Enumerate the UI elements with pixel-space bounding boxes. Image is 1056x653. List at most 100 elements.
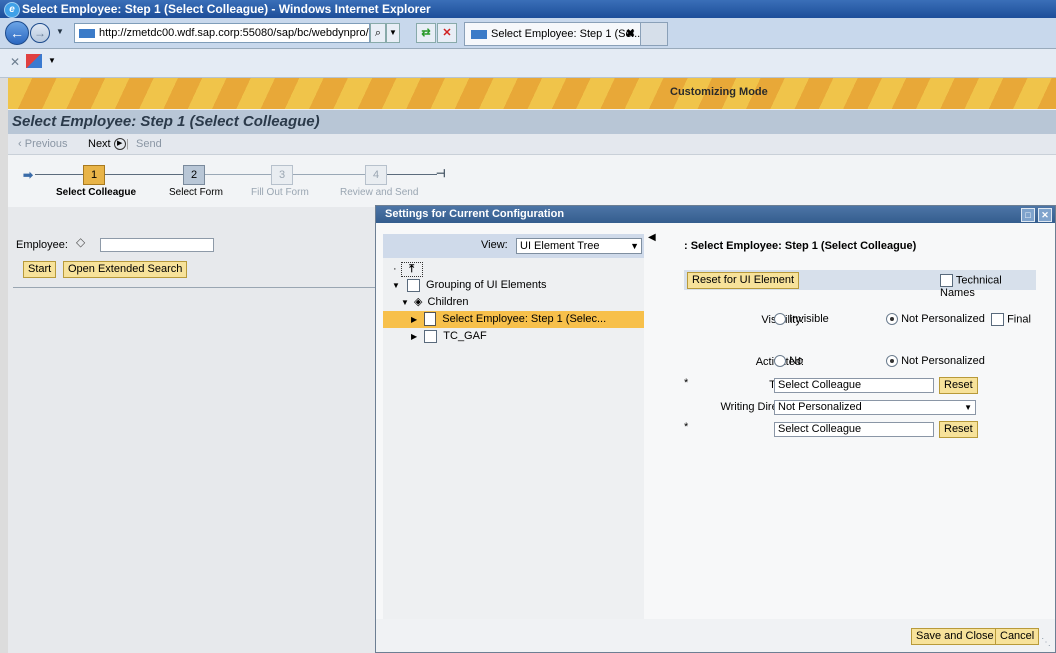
writing-direction-select[interactable]: Not Personalized ▼ — [774, 400, 976, 415]
chevron-down-icon: ▼ — [630, 241, 639, 251]
close-dialog-icon[interactable]: ✕ — [1038, 208, 1052, 222]
chevron-down-icon: ▼ — [964, 403, 972, 412]
new-tab-button[interactable] — [640, 22, 668, 46]
tree-pane: View: UI Element Tree ▼ · ⤒ ▼ Grouping of… — [383, 234, 644, 626]
title-reset-button[interactable]: Reset — [939, 421, 978, 438]
tree-label-select-employee: Select Employee: Step 1 (Selec... — [442, 313, 607, 325]
technical-names-checkbox[interactable]: Technical Names — [940, 274, 1036, 299]
roadmap-step-4[interactable]: 4 — [365, 165, 387, 185]
start-button[interactable]: Start — [23, 261, 57, 278]
close-tab-icon[interactable]: ✖ — [626, 23, 635, 45]
internet-explorer-icon: e — [4, 2, 20, 18]
employee-label: Employee: — [16, 239, 68, 251]
reset-ui-element-button[interactable]: Reset for UI Element — [687, 272, 800, 289]
address-toolbar: ← → ▼ http://zmetdc00.wdf.sap.corp:55080… — [0, 18, 1056, 49]
reset-toolbar: Reset for UI Element Technical Names — [684, 270, 1036, 299]
navigation-row: ‹ Previous Next ▶ | Send — [8, 134, 1056, 155]
recent-pages-dropdown-icon[interactable]: ▼ — [56, 27, 64, 36]
tree-node-select-employee[interactable]: ▶ Select Employee: Step 1 (Selec... — [383, 311, 644, 328]
close-x-icon[interactable]: ✕ — [10, 55, 20, 69]
maximize-icon[interactable]: □ — [1021, 208, 1035, 222]
dialog-footer: Save and Close Cancel ⋱ — [376, 619, 1055, 652]
roadmap-step-2[interactable]: 2 — [183, 165, 205, 185]
view-bar: View: UI Element Tree ▼ — [383, 234, 644, 258]
customizing-mode-banner: Customizing Mode — [8, 78, 1056, 109]
address-dropdown-icon[interactable]: ▼ — [386, 23, 400, 43]
divider — [13, 287, 376, 288]
expand-right-icon[interactable]: ▶ — [411, 332, 417, 341]
properties-pane: : Select Employee: Step 1 (Select Collea… — [646, 226, 1051, 626]
no-radio[interactable]: No — [774, 355, 803, 368]
resize-grip-icon[interactable]: ⋱ — [1041, 637, 1051, 648]
previous-button[interactable]: ‹ Previous — [18, 134, 68, 154]
back-icon[interactable]: ← — [5, 21, 29, 45]
roadmap-label-1: Select Colleague — [56, 187, 137, 198]
tree-label-children: Children — [427, 296, 469, 308]
tooltip-required-marker: * — [684, 377, 689, 389]
favorites-dropdown-icon[interactable]: ▼ — [48, 56, 56, 65]
dialog-title: Settings for Current Configuration — [385, 208, 565, 220]
roadmap: ➡ 1 2 3 4 ⊣ Select Colleague Select Form… — [8, 155, 1056, 207]
expand-down-icon[interactable]: ▼ — [392, 281, 400, 290]
tree-node-children[interactable]: ▼ ◈ Children — [383, 294, 644, 311]
url-text: http://zmetdc00.wdf.sap.corp:55080/sap/b… — [99, 27, 369, 39]
roadmap-label-3: Fill Out Form — [251, 187, 309, 198]
send-button[interactable]: Send — [136, 134, 162, 154]
final-checkbox[interactable]: Final — [991, 313, 1031, 326]
view-select-value: UI Element Tree — [520, 240, 600, 252]
page-title-bar: Select Employee: Step 1 (Select Colleagu… — [8, 110, 1056, 135]
activated-not-personalized-radio[interactable]: Not Personalized — [886, 355, 985, 368]
title-required-marker: * — [684, 421, 689, 433]
tooltip-reset-button[interactable]: Reset — [939, 377, 978, 394]
window-title: Select Employee: Step 1 (Select Colleagu… — [22, 2, 431, 16]
visibility-not-personalized-radio[interactable]: Not Personalized — [886, 313, 985, 326]
tree-label-grouping: Grouping of UI Elements — [426, 279, 547, 291]
sap-tab-favicon-icon — [471, 29, 487, 39]
tree-node-tc-gaf[interactable]: ▶ TC_GAF — [383, 328, 644, 345]
search-icon[interactable]: ⌕ — [370, 23, 386, 43]
forward-icon[interactable]: → — [30, 23, 50, 43]
tree-root[interactable]: · ⤒ — [383, 261, 644, 278]
sap-favicon-icon — [79, 28, 95, 38]
container-icon — [424, 329, 438, 343]
roadmap-label-4: Review and Send — [340, 187, 419, 198]
customizing-mode-label: Customizing Mode — [670, 86, 768, 98]
required-diamond-icon: ◇ — [76, 235, 86, 249]
settings-dialog: Settings for Current Configuration □ ✕ V… — [375, 205, 1056, 653]
tab-select-employee[interactable]: Select Employee: Step 1 (Sel... ✖ — [464, 22, 642, 46]
invisible-radio[interactable]: Invisible — [774, 313, 829, 326]
window-title-bar: e Select Employee: Step 1 (Select Collea… — [0, 0, 1056, 18]
next-arrow-icon: ▶ — [113, 138, 126, 151]
roadmap-start-icon: ➡ — [23, 168, 34, 182]
refresh-icon[interactable]: ⇄ — [416, 23, 436, 43]
title-input[interactable]: Select Colleague — [774, 422, 934, 437]
employee-input[interactable] — [100, 238, 214, 252]
collapse-all-icon[interactable]: ⤒ — [400, 261, 423, 277]
page-icon — [424, 312, 437, 327]
writing-direction-value: Not Personalized — [778, 401, 862, 413]
roadmap-step-1[interactable]: 1 — [83, 165, 105, 185]
stop-icon[interactable]: ✕ — [437, 23, 457, 43]
expand-right-icon[interactable]: ▶ — [411, 315, 417, 324]
save-and-close-button[interactable]: Save and Close — [911, 628, 999, 645]
selected-element-header: : Select Employee: Step 1 (Select Collea… — [684, 240, 917, 252]
cancel-button[interactable]: Cancel — [995, 628, 1040, 645]
aggregation-diamond-icon: ◈ — [413, 296, 423, 308]
page-title: Select Employee: Step 1 (Select Colleagu… — [12, 113, 320, 130]
expand-down-icon[interactable]: ▼ — [401, 298, 409, 307]
roadmap-step-3[interactable]: 3 — [271, 165, 293, 185]
next-button[interactable]: Next ▶ — [88, 134, 126, 154]
dialog-title-bar[interactable]: Settings for Current Configuration □ ✕ — [376, 206, 1055, 223]
view-select[interactable]: UI Element Tree ▼ — [516, 238, 642, 254]
roadmap-end-icon: ⊣ — [436, 168, 446, 180]
tab-title: Select Employee: Step 1 (Sel... — [491, 28, 642, 40]
add-favorites-icon[interactable] — [26, 54, 42, 68]
tree-label-tc-gaf: TC_GAF — [443, 330, 487, 342]
roadmap-label-2: Select Form — [169, 187, 223, 198]
tooltip-input[interactable]: Select Colleague — [774, 378, 934, 393]
employee-search-panel: Employee: ◇ Start Open Extended Search — [8, 207, 376, 653]
address-field[interactable]: http://zmetdc00.wdf.sap.corp:55080/sap/b… — [74, 23, 370, 43]
open-extended-search-button[interactable]: Open Extended Search — [63, 261, 188, 278]
container-icon — [406, 278, 420, 292]
tree-node-grouping[interactable]: ▼ Grouping of UI Elements — [383, 277, 644, 294]
